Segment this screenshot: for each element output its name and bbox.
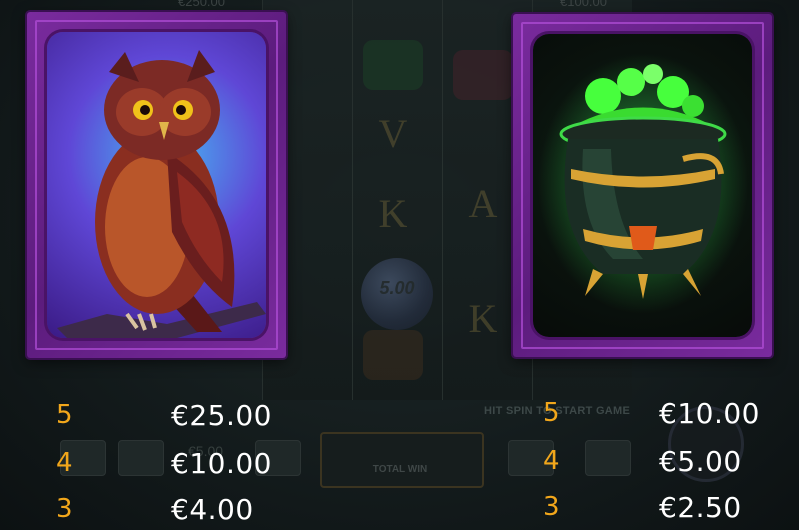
reel-glyph: A [468, 181, 498, 226]
bg-top-amount: €100.00 [560, 0, 607, 9]
owl-image-frame [47, 32, 266, 338]
bg-top-amount: €250.00 [178, 0, 225, 9]
reel-glyph: K [378, 191, 408, 236]
payout-value: €4.00 [171, 493, 254, 526]
payout-value: €5.00 [659, 445, 742, 478]
reel-symbol [363, 40, 423, 90]
cauldron-icon [538, 54, 748, 314]
reel-glyph: K [468, 296, 498, 341]
cauldron-image-frame [533, 34, 752, 337]
match-count: 3 [56, 494, 73, 524]
match-count: 3 [543, 492, 560, 522]
bg-button [118, 440, 164, 476]
match-count: 5 [543, 398, 560, 428]
owl-symbol-card [27, 12, 286, 358]
match-count: 5 [56, 400, 73, 430]
coin-value: 5.00 [379, 278, 415, 298]
match-count: 4 [543, 446, 560, 476]
reel-glyph: V [378, 111, 408, 156]
reel-column: A K [442, 0, 523, 400]
reel-symbol [453, 50, 513, 100]
total-win-box [320, 432, 484, 488]
payout-value: €10.00 [659, 397, 760, 430]
match-count: 4 [56, 448, 73, 478]
total-win-label: TOTAL WIN [372, 464, 428, 475]
reel-column: V K [352, 0, 433, 400]
owl-icon [57, 50, 266, 338]
reel-symbol [363, 330, 423, 380]
payout-value: €10.00 [171, 447, 272, 480]
payout-value: €2.50 [659, 491, 742, 524]
payout-value: €25.00 [171, 399, 272, 432]
bg-button [585, 440, 631, 476]
cauldron-symbol-card [513, 14, 772, 357]
